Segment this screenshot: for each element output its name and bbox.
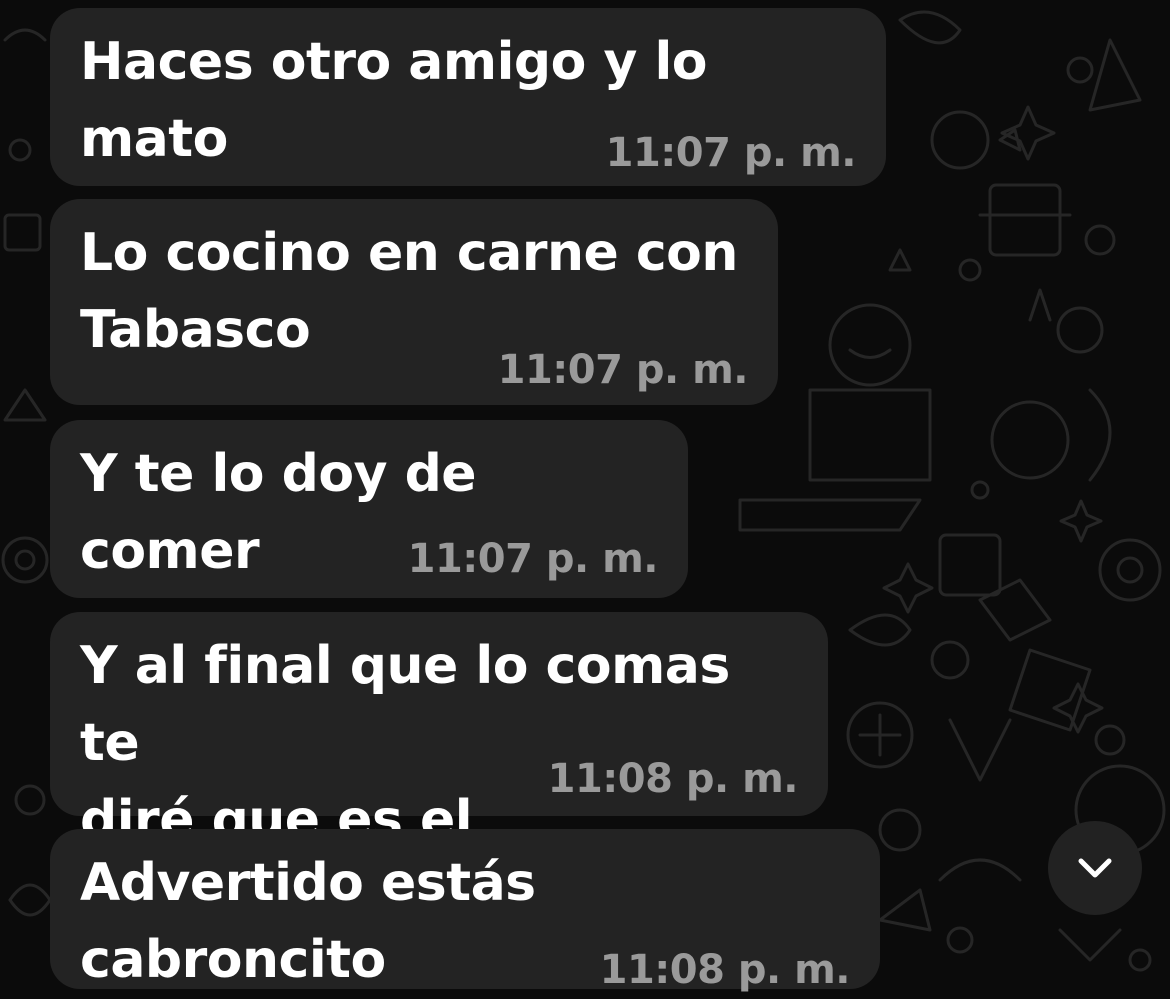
chevron-down-icon [1078,858,1112,878]
message-text: Y al final que lo comas te diré que es e… [80,636,730,850]
message-timestamp: 11:08 p. m. [547,756,799,802]
message-timestamp: 11:07 p. m. [605,130,857,176]
message-timestamp: 11:08 p. m. [599,947,851,993]
message-bubble[interactable]: Advertido estás cabroncito 11:08 p. m. [50,829,880,993]
message-bubble[interactable]: Haces otro amigo y lo mato 11:07 p. m. [50,8,886,186]
scroll-to-bottom-button[interactable] [1048,821,1142,915]
message-text: Lo cocino en carne con Tabasco [80,223,738,360]
message-timestamp: 11:07 p. m. [497,347,749,393]
message-bubble[interactable]: Y al final que lo comas te diré que es e… [50,612,828,850]
message-bubble[interactable]: Lo cocino en carne con Tabasco 11:07 p. … [50,199,778,405]
message-bubble[interactable]: Y te lo doy de comer 11:07 p. m. [50,420,688,598]
message-timestamp: 11:07 p. m. [407,536,659,582]
